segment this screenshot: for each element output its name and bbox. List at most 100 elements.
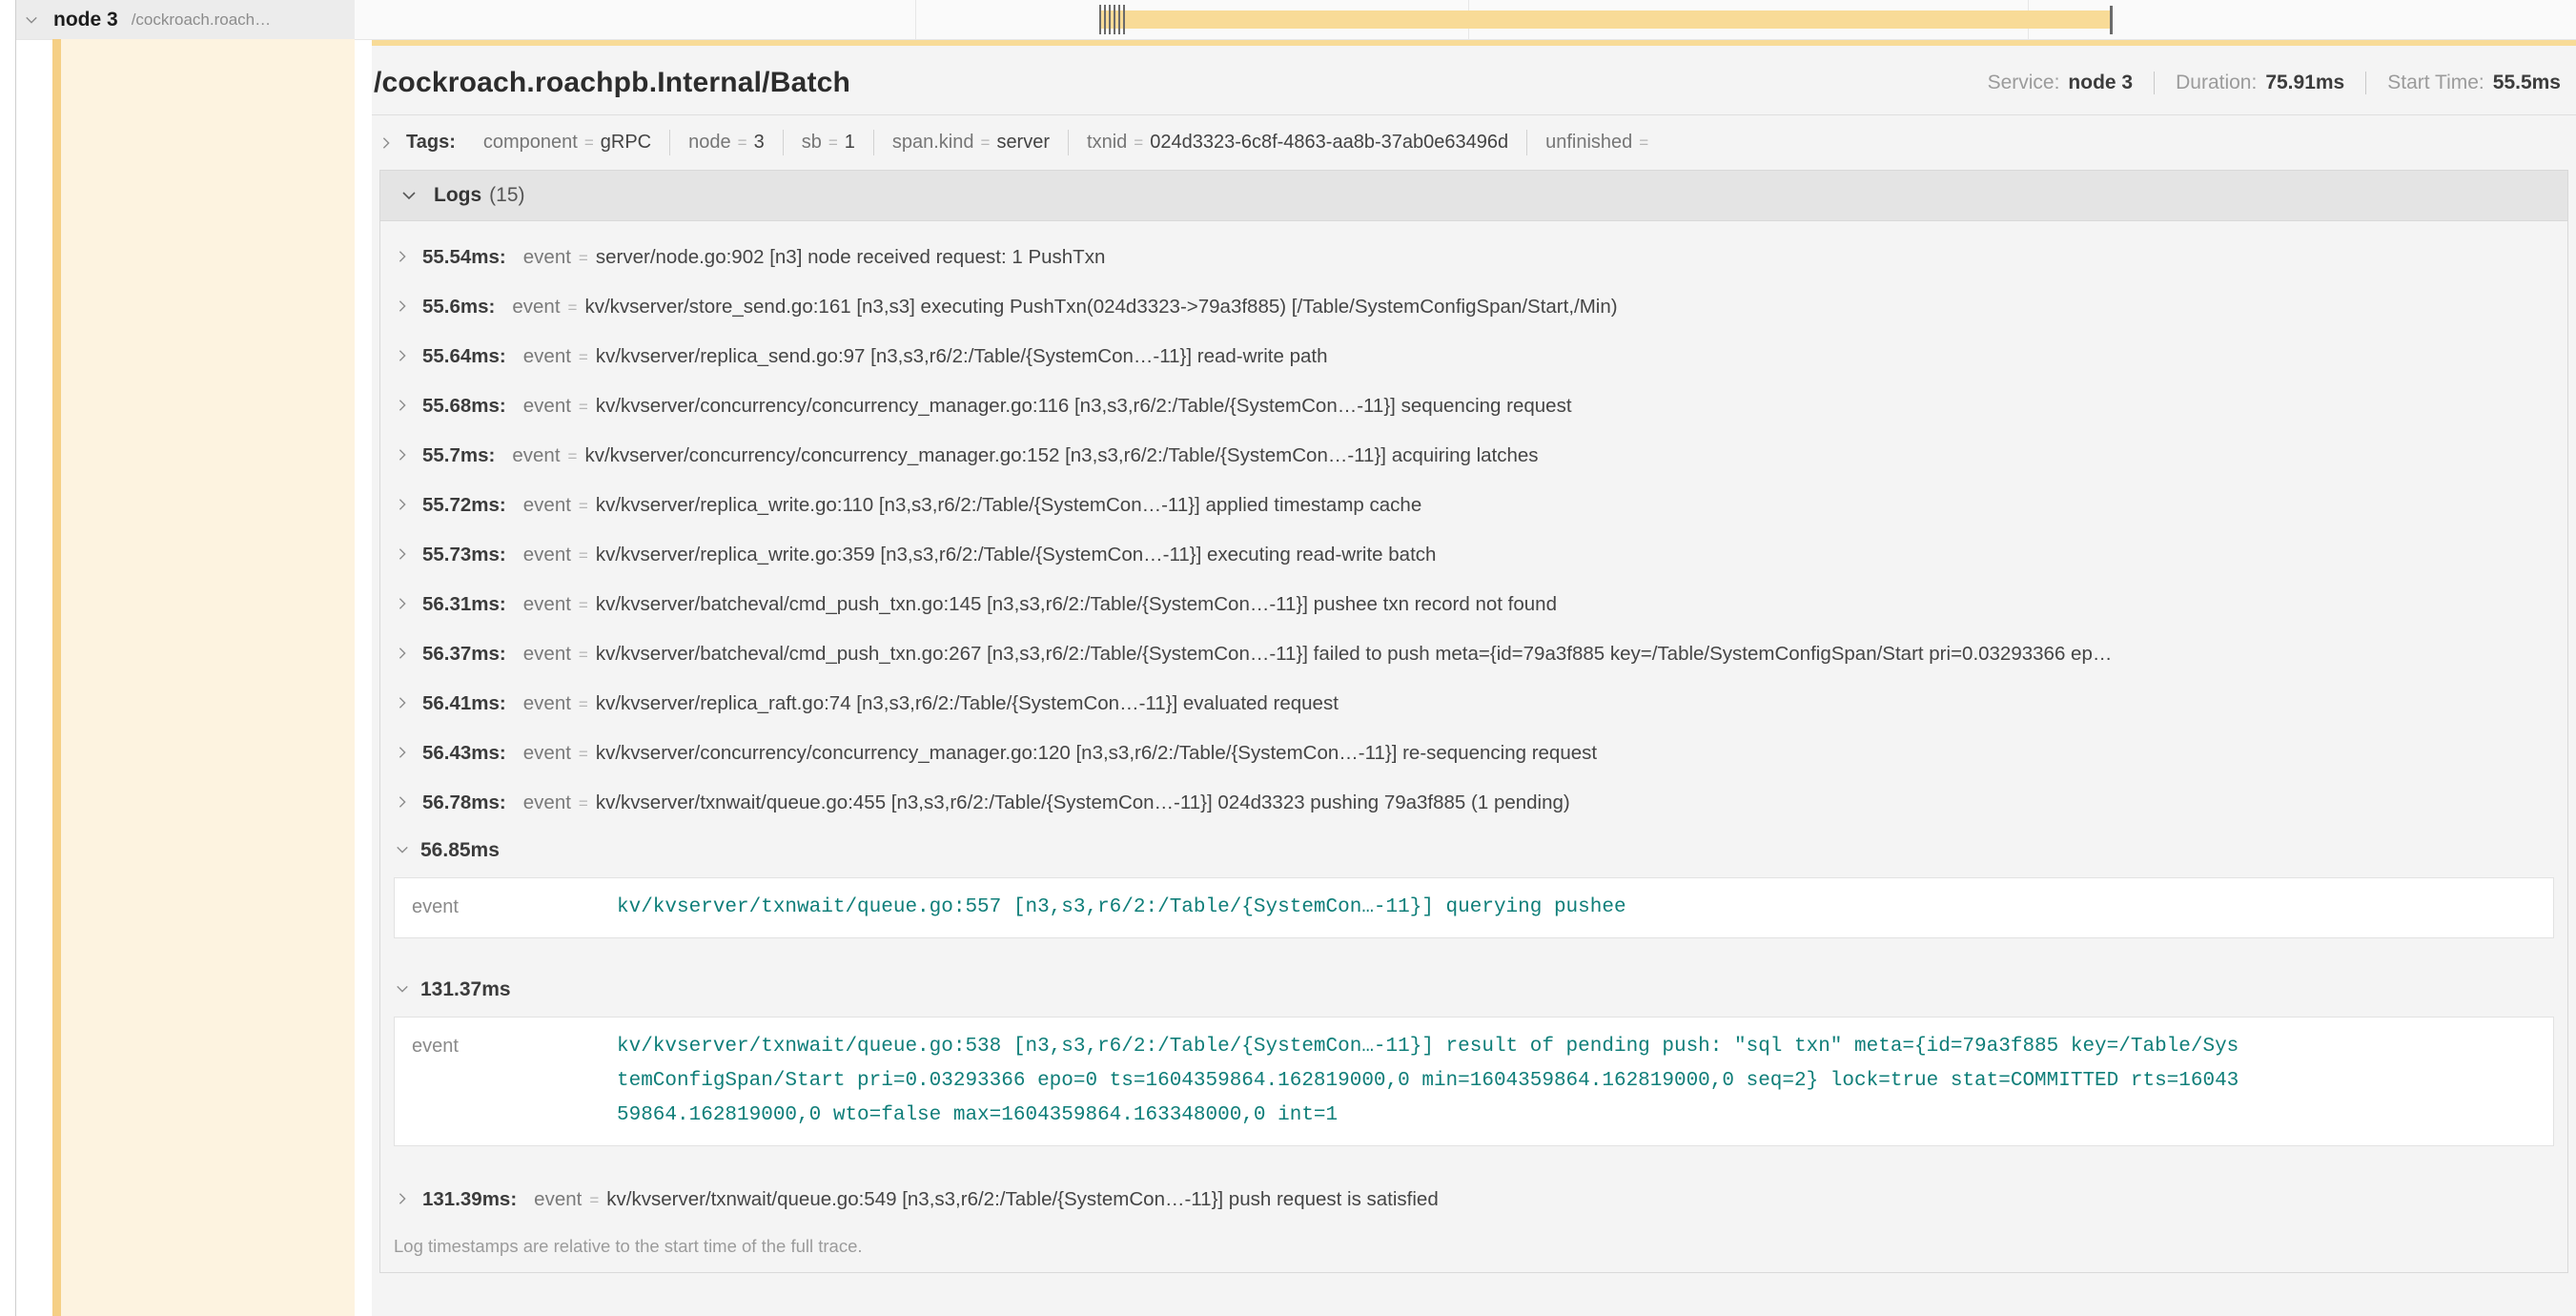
log-entry-expanded: 131.37ms event kv/kvserver/txnwait/queue…: [380, 967, 2567, 1146]
meta-label: Duration:: [2176, 72, 2257, 94]
log-entry-row[interactable]: 56.31ms: event = kv/kvserver/batcheval/c…: [380, 580, 2567, 629]
log-field-equals: =: [579, 695, 588, 714]
tag-item[interactable]: node=3: [669, 130, 783, 155]
log-field-key: event: [412, 891, 617, 925]
tag-key: component: [483, 132, 578, 154]
log-entry-row[interactable]: 56.37ms: event = kv/kvserver/batcheval/c…: [380, 629, 2567, 679]
log-field-key: event: [512, 444, 560, 467]
log-timestamp: 56.41ms:: [422, 692, 506, 715]
log-field-equals: =: [579, 546, 588, 565]
log-field-value: kv/kvserver/replica_raft.go:74 [n3,s3,r6…: [596, 692, 1339, 715]
tag-equals: =: [738, 134, 747, 153]
chevron-right-icon[interactable]: [396, 349, 409, 362]
tag-equals: =: [981, 134, 991, 153]
logs-title: Logs: [434, 184, 481, 207]
log-field-value: kv/kvserver/txnwait/queue.go:557 [n3,s3,…: [617, 891, 2245, 925]
log-marker-tick: [1123, 5, 1125, 34]
chevron-right-icon[interactable]: [396, 299, 409, 313]
tag-item[interactable]: unfinished =: [1526, 130, 1673, 155]
log-field-value: kv/kvserver/concurrency/concurrency_mana…: [596, 395, 1572, 418]
log-timestamp: 131.39ms:: [422, 1188, 517, 1211]
chevron-right-icon[interactable]: [396, 647, 409, 660]
log-entry-row[interactable]: 56.41ms: event = kv/kvserver/replica_raf…: [380, 679, 2567, 729]
chevron-right-icon[interactable]: [379, 136, 393, 150]
log-timestamp: 131.37ms: [420, 978, 511, 1001]
tag-item[interactable]: span.kind=server: [873, 130, 1068, 155]
log-entry-row[interactable]: 55.73ms: event = kv/kvserver/replica_wri…: [380, 530, 2567, 580]
span-meta: Service:node 3 Duration:75.91ms Start Ti…: [1988, 72, 2561, 94]
log-field-key: event: [412, 1030, 617, 1133]
log-field-key: event: [512, 296, 560, 319]
chevron-right-icon[interactable]: [396, 498, 409, 511]
log-marker-tick-end: [2110, 6, 2113, 34]
log-entry-row-expanded[interactable]: 131.37ms: [380, 967, 2567, 1011]
span-meta-item: Service:node 3: [1988, 72, 2134, 94]
log-entry-row[interactable]: 55.64ms: event = kv/kvserver/replica_sen…: [380, 332, 2567, 381]
meta-value: 55.5ms: [2493, 72, 2561, 94]
logs-accordian-toggle[interactable]: Logs (15): [380, 171, 2567, 221]
chevron-down-icon[interactable]: [25, 13, 38, 27]
chevron-right-icon[interactable]: [396, 448, 409, 462]
tag-value: 024d3323-6c8f-4863-aa8b-37ab0e63496d: [1150, 132, 1508, 154]
chevron-down-icon[interactable]: [396, 982, 409, 996]
log-field-value: kv/kvserver/batcheval/cmd_push_txn.go:14…: [596, 593, 1557, 616]
tag-list: component=gRPC node=3 sb=1 span.kind=ser…: [465, 130, 1673, 155]
log-timestamp: 55.6ms:: [422, 296, 495, 319]
chevron-right-icon[interactable]: [396, 746, 409, 759]
log-field-key: event: [523, 345, 571, 368]
tag-equals: =: [1639, 134, 1648, 153]
tag-item[interactable]: sb=1: [783, 130, 873, 155]
log-entry-row-expanded[interactable]: 56.85ms: [380, 828, 2567, 872]
log-field-equals: =: [579, 348, 588, 367]
chevron-right-icon[interactable]: [396, 250, 409, 263]
span-detail-panel: /cockroach.roachpb.Internal/Batch Servic…: [372, 40, 2576, 1316]
chevron-down-icon[interactable]: [401, 188, 417, 203]
log-timestamp: 56.85ms: [420, 839, 500, 862]
log-field-value: kv/kvserver/txnwait/queue.go:538 [n3,s3,…: [617, 1030, 2245, 1133]
tag-key: unfinished: [1545, 132, 1632, 154]
span-name-cell[interactable]: node 3 /cockroach.roach…: [16, 0, 355, 39]
log-entry-row[interactable]: 56.43ms: event = kv/kvserver/concurrency…: [380, 729, 2567, 778]
log-marker-tick: [1114, 5, 1115, 34]
log-field-value: kv/kvserver/replica_send.go:97 [n3,s3,r6…: [596, 345, 1328, 368]
chevron-right-icon[interactable]: [396, 597, 409, 610]
log-entry-row[interactable]: 131.39ms: event = kv/kvserver/txnwait/qu…: [380, 1175, 2567, 1224]
log-entry-row[interactable]: 55.54ms: event = server/node.go:902 [n3]…: [380, 233, 2567, 282]
log-entry-row[interactable]: 56.78ms: event = kv/kvserver/txnwait/que…: [380, 778, 2567, 828]
tag-item[interactable]: txnid=024d3323-6c8f-4863-aa8b-37ab0e6349…: [1068, 130, 1526, 155]
chevron-right-icon[interactable]: [396, 1192, 409, 1205]
log-field-key: event: [523, 494, 571, 517]
log-list: 55.54ms: event = server/node.go:902 [n3]…: [380, 221, 2567, 1224]
log-field-value: kv/kvserver/txnwait/queue.go:455 [n3,s3,…: [596, 792, 1570, 814]
log-entry-row[interactable]: 55.72ms: event = kv/kvserver/replica_wri…: [380, 481, 2567, 530]
log-entry-row[interactable]: 55.6ms: event = kv/kvserver/store_send.g…: [380, 282, 2567, 332]
meta-value: 75.91ms: [2265, 72, 2344, 94]
chevron-right-icon[interactable]: [396, 399, 409, 412]
log-timestamp: 56.43ms:: [422, 742, 506, 765]
span-operation-name[interactable]: /cockroach.roach…: [132, 10, 271, 30]
tags-accordian-toggle[interactable]: Tags: component=gRPC node=3 sb=1 span.ki…: [372, 115, 2576, 166]
log-entry-row[interactable]: 55.7ms: event = kv/kvserver/concurrency/…: [380, 431, 2567, 481]
meta-label: Service:: [1988, 72, 2060, 94]
log-field-key: event: [523, 692, 571, 715]
log-entry-row[interactable]: 55.68ms: event = kv/kvserver/concurrency…: [380, 381, 2567, 431]
log-field-equals: =: [579, 646, 588, 665]
tag-item[interactable]: component=gRPC: [465, 130, 669, 155]
chevron-down-icon[interactable]: [396, 843, 409, 856]
log-field-equals: =: [579, 249, 588, 268]
log-entry-expanded: 56.85ms event kv/kvserver/txnwait/queue.…: [380, 828, 2567, 938]
chevron-right-icon[interactable]: [396, 795, 409, 809]
tag-value: 1: [845, 132, 855, 154]
log-field-equals: =: [579, 745, 588, 764]
log-field-value: kv/kvserver/replica_write.go:359 [n3,s3,…: [596, 544, 1437, 566]
log-timestamp: 55.68ms:: [422, 395, 506, 418]
tags-label: Tags:: [406, 132, 456, 154]
span-timeline-cell[interactable]: 75.91ms: [355, 0, 2576, 39]
tag-key: sb: [802, 132, 822, 154]
log-field-value: kv/kvserver/store_send.go:161 [n3,s3] ex…: [584, 296, 1617, 319]
log-timestamp: 55.54ms:: [422, 246, 506, 269]
span-service-name[interactable]: node 3: [53, 9, 118, 31]
chevron-right-icon[interactable]: [396, 696, 409, 709]
chevron-right-icon[interactable]: [396, 547, 409, 561]
span-duration-bar[interactable]: [1099, 10, 2112, 29]
